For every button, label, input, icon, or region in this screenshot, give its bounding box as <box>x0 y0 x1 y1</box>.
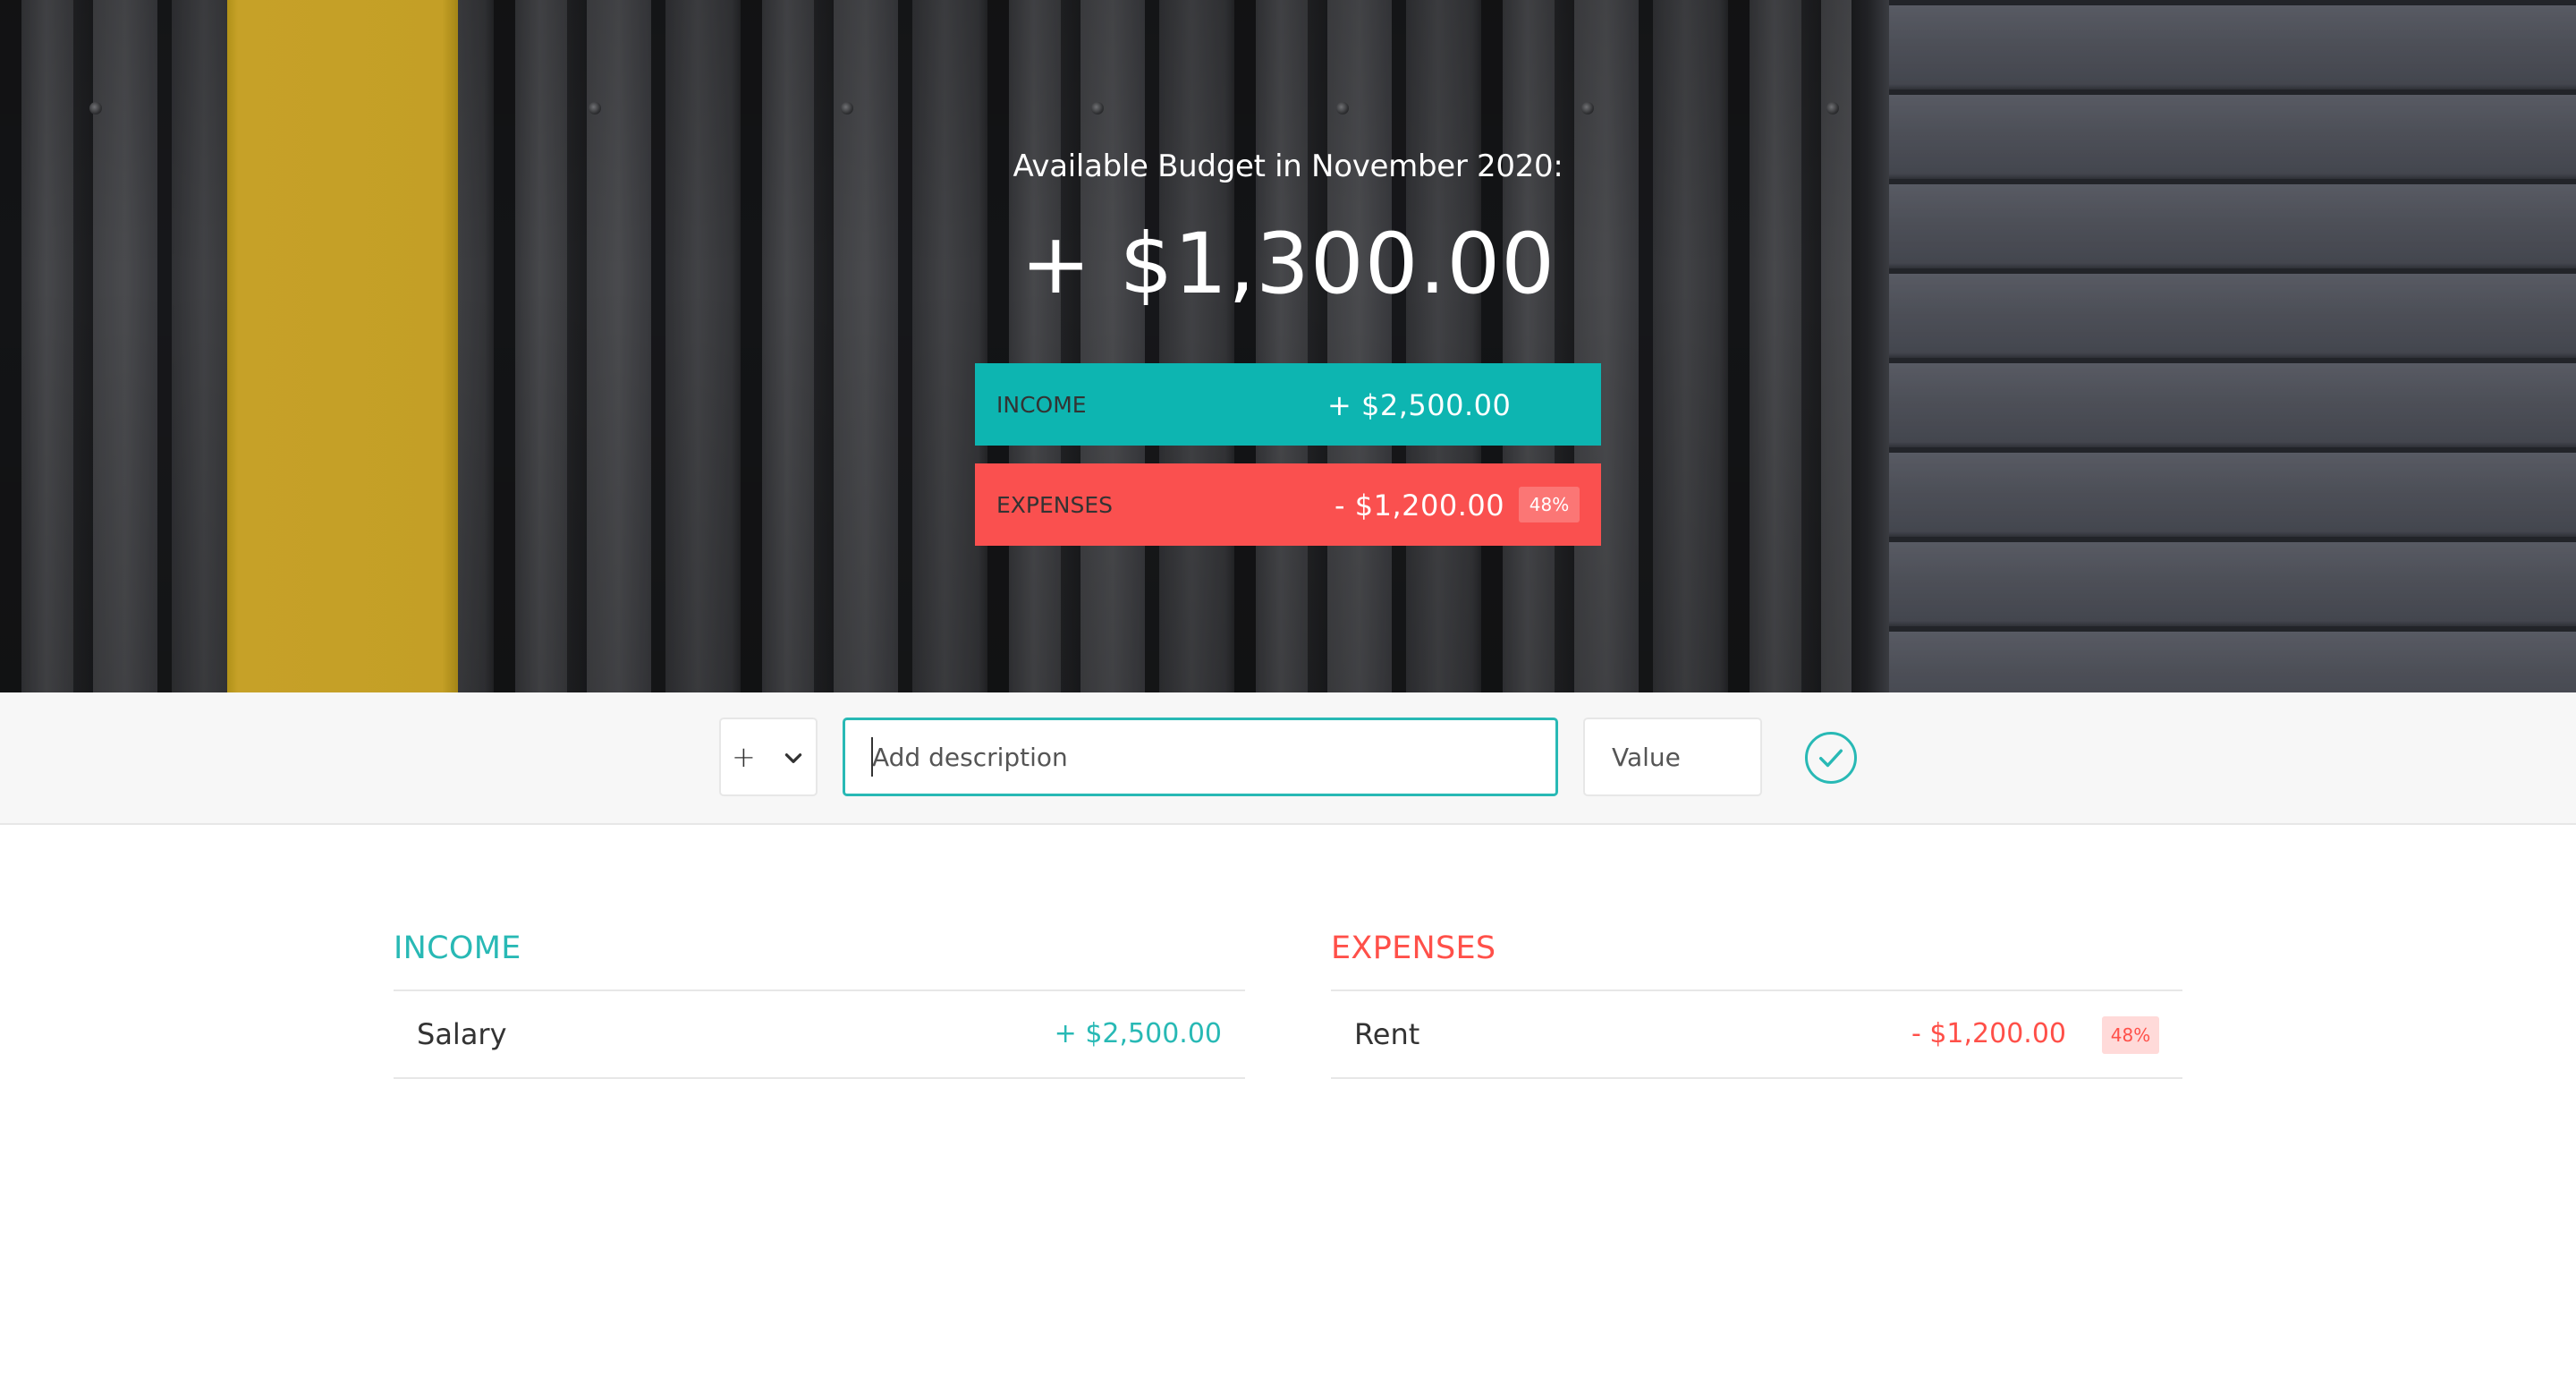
hero-overlay <box>0 0 2576 692</box>
income-summary: INCOME + $2,500.00 <box>975 363 1601 446</box>
item-value: + $2,500.00 <box>1054 1018 1222 1049</box>
hero-banner: Available Budget in November 2020: + $1,… <box>0 0 2576 692</box>
expenses-summary-label: EXPENSES <box>996 491 1114 518</box>
description-input[interactable] <box>843 718 1558 796</box>
income-list-item[interactable]: Salary + $2,500.00 <box>394 991 1245 1079</box>
income-summary-value: + $2,500.00 <box>1327 388 1512 422</box>
income-summary-label: INCOME <box>996 391 1087 418</box>
text-caret <box>871 737 873 777</box>
item-percentage-badge: 48% <box>2102 1016 2159 1054</box>
budget-value: + $1,300.00 <box>1020 216 1556 313</box>
expenses-summary-value: - $1,200.00 <box>1335 488 1505 522</box>
income-list-title: INCOME <box>394 930 1245 991</box>
expenses-summary: EXPENSES - $1,200.00 48% <box>975 463 1601 546</box>
add-submit-button[interactable] <box>1805 732 1857 784</box>
income-list: INCOME Salary + $2,500.00 <box>394 930 1245 1079</box>
item-value: - $1,200.00 <box>1911 1018 2066 1049</box>
type-select-value: + <box>732 740 756 774</box>
item-description: Rent <box>1354 1017 1420 1051</box>
expenses-percentage-badge: 48% <box>1519 487 1580 522</box>
expenses-list-item[interactable]: Rent - $1,200.00 48% <box>1331 991 2182 1079</box>
type-select[interactable]: + <box>719 718 818 796</box>
value-input[interactable] <box>1583 718 1762 796</box>
chevron-down-icon <box>784 753 802 763</box>
checkmark-icon <box>1818 749 1843 768</box>
budget-title: Available Budget in November 2020: <box>1013 149 1563 184</box>
item-description: Salary <box>417 1017 507 1051</box>
add-entry-bar: + <box>0 692 2576 825</box>
expenses-list-title: EXPENSES <box>1331 930 2182 991</box>
expenses-list: EXPENSES Rent - $1,200.00 48% <box>1331 930 2182 1079</box>
